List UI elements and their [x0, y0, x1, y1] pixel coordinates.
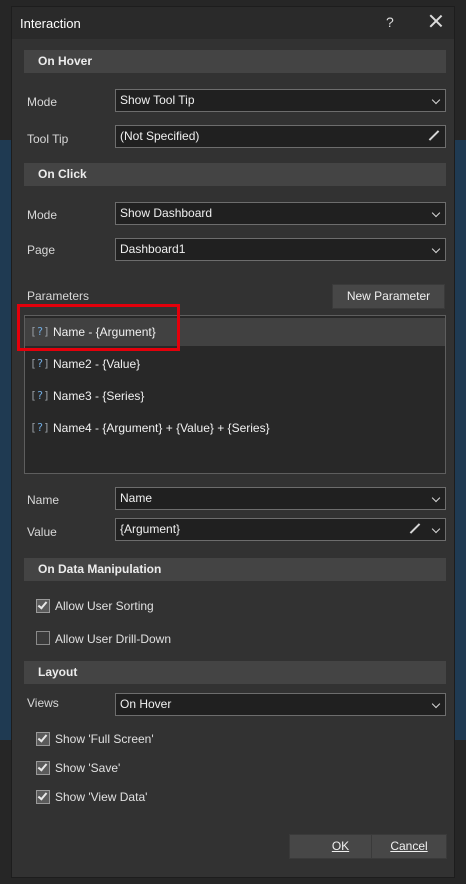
section-on-data-manipulation: On Data Manipulation: [24, 558, 446, 581]
cancel-button[interactable]: Cancel: [371, 834, 447, 859]
list-item[interactable]: [?] Name - {Argument}: [25, 318, 445, 346]
click-mode-label: Mode: [27, 208, 58, 222]
show-view-data-checkbox[interactable]: [36, 790, 50, 804]
parameter-text: Name - {Argument}: [53, 325, 156, 339]
parameters-label: Parameters: [27, 289, 90, 303]
chevron-down-icon: [431, 524, 441, 534]
name-value: Name: [120, 491, 153, 505]
show-save-checkbox[interactable]: [36, 761, 50, 775]
show-view-data-label: Show 'View Data': [55, 790, 148, 804]
value-label: Value: [27, 525, 57, 539]
list-item[interactable]: [?] Name4 - {Argument} + {Value} + {Seri…: [25, 414, 445, 442]
section-layout: Layout: [24, 661, 446, 684]
value-value: {Argument}: [120, 522, 181, 536]
parameter-text: Name4 - {Argument} + {Value} + {Series}: [53, 421, 270, 435]
views-value: On Hover: [120, 697, 172, 711]
list-item[interactable]: [?] Name3 - {Series}: [25, 382, 445, 410]
allow-user-drilldown-label: Allow User Drill-Down: [55, 632, 172, 646]
views-select[interactable]: On Hover: [115, 693, 446, 716]
views-label: Views: [27, 696, 59, 710]
show-full-screen-checkbox[interactable]: [36, 732, 50, 746]
chevron-down-icon: [431, 95, 441, 105]
hover-mode-select[interactable]: Show Tool Tip: [115, 89, 446, 112]
tooltip-field[interactable]: (Not Specified): [115, 125, 446, 148]
tooltip-label: Tool Tip: [27, 132, 69, 146]
dialog-title: Interaction: [20, 16, 81, 31]
parameters-list: [?] Name - {Argument} [?] Name2 - {Value…: [24, 315, 446, 474]
name-select[interactable]: Name: [115, 487, 446, 510]
chevron-down-icon: [431, 208, 441, 218]
parameter-icon: [?]: [30, 389, 50, 402]
chevron-down-icon: [431, 244, 441, 254]
parameter-text: Name3 - {Series}: [53, 389, 145, 403]
click-mode-select[interactable]: Show Dashboard: [115, 202, 446, 225]
allow-user-sorting-checkbox[interactable]: [36, 599, 50, 613]
page-value: Dashboard1: [120, 242, 186, 256]
title-bar: Interaction ?: [12, 7, 454, 39]
close-icon[interactable]: [428, 13, 444, 29]
new-parameter-button[interactable]: New Parameter: [332, 284, 445, 309]
parameter-icon: [?]: [30, 357, 50, 370]
list-item[interactable]: [?] Name2 - {Value}: [25, 350, 445, 378]
hover-mode-value: Show Tool Tip: [120, 93, 195, 107]
help-icon[interactable]: ?: [386, 14, 394, 30]
name-label: Name: [27, 493, 60, 507]
page-label: Page: [27, 243, 56, 257]
hover-mode-label: Mode: [27, 95, 58, 109]
parameter-text: Name2 - {Value}: [53, 357, 141, 371]
parameter-icon: [?]: [30, 421, 50, 434]
chevron-down-icon: [431, 699, 441, 709]
click-mode-value: Show Dashboard: [120, 206, 213, 220]
chevron-down-icon: [431, 493, 441, 503]
tooltip-value: (Not Specified): [120, 129, 200, 143]
page-select[interactable]: Dashboard1: [115, 238, 446, 261]
interaction-dialog: Interaction ? On Hover Mode Show Tool Ti…: [11, 6, 455, 878]
pencil-icon[interactable]: [409, 523, 421, 535]
pencil-icon[interactable]: [428, 130, 440, 142]
section-on-hover: On Hover: [24, 50, 446, 73]
allow-user-sorting-label: Allow User Sorting: [55, 599, 154, 613]
section-on-click: On Click: [24, 163, 446, 186]
show-save-label: Show 'Save': [55, 761, 121, 775]
allow-user-drilldown-checkbox[interactable]: [36, 631, 50, 645]
value-select[interactable]: {Argument}: [115, 518, 446, 541]
parameter-icon: [?]: [30, 325, 50, 338]
show-full-screen-label: Show 'Full Screen': [55, 732, 154, 746]
